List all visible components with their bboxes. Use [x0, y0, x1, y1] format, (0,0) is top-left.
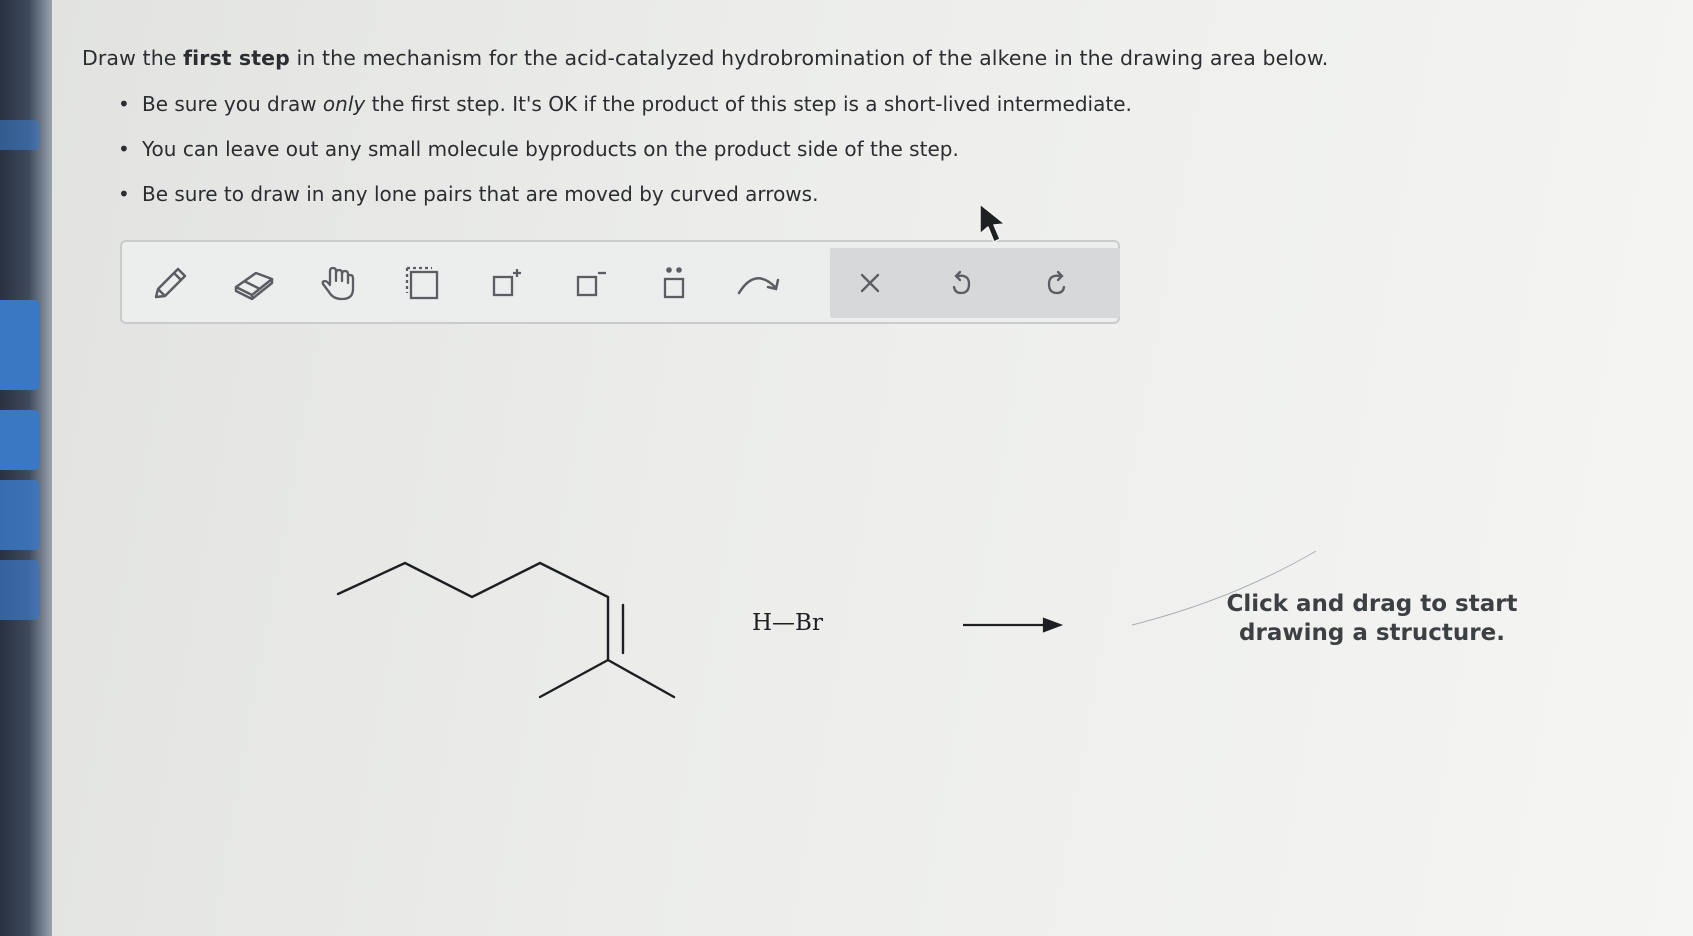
question-page: Draw the first step in the mechanism for… [52, 0, 1693, 936]
alkene-skeletal-structure [336, 561, 676, 699]
left-window-edge [0, 0, 52, 936]
reaction-arrow [963, 617, 1064, 633]
canvas-hint: Click and drag to start drawing a struct… [1226, 591, 1518, 646]
mouse-pointer-icon [979, 203, 1006, 243]
molecule-drawing [336, 550, 1317, 699]
reagent-hbr: H—Br [752, 610, 823, 636]
